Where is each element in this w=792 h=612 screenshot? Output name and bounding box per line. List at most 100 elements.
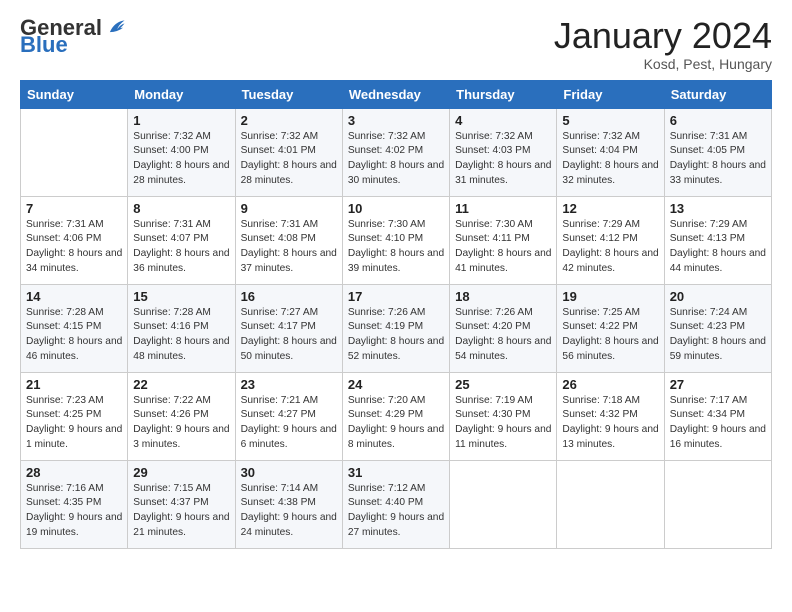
day-info: Sunrise: 7:29 AM Sunset: 4:12 PM Dayligh… [562,218,658,277]
header-wednesday: Wednesday [342,80,449,108]
cell-week2-day7: 13 Sunrise: 7:29 AM Sunset: 4:13 PM Dayli… [664,196,771,284]
day-info: Sunrise: 7:18 AM Sunset: 4:32 PM Dayligh… [562,394,658,453]
day-number: 12 [562,201,658,216]
day-number: 28 [26,465,122,480]
day-number: 5 [562,113,658,128]
header-tuesday: Tuesday [235,80,342,108]
day-info: Sunrise: 7:14 AM Sunset: 4:38 PM Dayligh… [241,482,337,541]
day-info: Sunrise: 7:23 AM Sunset: 4:25 PM Dayligh… [26,394,122,453]
header-monday: Monday [128,80,235,108]
day-info: Sunrise: 7:30 AM Sunset: 4:10 PM Dayligh… [348,218,444,277]
logo-bird-icon [104,16,126,38]
cell-week3-day2: 15Sunrise: 7:28 AM Sunset: 4:16 PM Dayli… [128,284,235,372]
cell-week1-day7: 6 Sunrise: 7:31 AM Sunset: 4:05 PM Daylig… [664,108,771,196]
day-info: Sunrise: 7:20 AM Sunset: 4:29 PM Dayligh… [348,394,444,453]
day-info: Sunrise: 7:15 AM Sunset: 4:37 PM Dayligh… [133,482,229,541]
cell-week1-day1 [21,108,128,196]
day-number: 29 [133,465,229,480]
day-info: Sunrise: 7:29 AM Sunset: 4:13 PM Dayligh… [670,218,766,277]
cell-week5-day5 [450,460,557,548]
header-friday: Friday [557,80,664,108]
day-info: Sunrise: 7:12 AM Sunset: 4:40 PM Dayligh… [348,482,444,541]
day-number: 31 [348,465,444,480]
cell-week1-day5: 4 Sunrise: 7:32 AM Sunset: 4:03 PM Daylig… [450,108,557,196]
day-info: Sunrise: 7:19 AM Sunset: 4:30 PM Dayligh… [455,394,551,453]
cell-week4-day4: 24 Sunrise: 7:20 AM Sunset: 4:29 PM Dayli… [342,372,449,460]
cell-week1-day4: 3 Sunrise: 7:32 AM Sunset: 4:02 PM Daylig… [342,108,449,196]
week-row-3: 14Sunrise: 7:28 AM Sunset: 4:15 PM Dayli… [21,284,772,372]
logo: General Blue [20,16,126,56]
day-number: 25 [455,377,551,392]
cell-week3-day3: 16Sunrise: 7:27 AM Sunset: 4:17 PM Dayli… [235,284,342,372]
cell-week5-day6 [557,460,664,548]
cell-week4-day6: 26Sunrise: 7:18 AM Sunset: 4:32 PM Dayli… [557,372,664,460]
day-number: 21 [26,377,122,392]
cell-week2-day3: 9Sunrise: 7:31 AM Sunset: 4:08 PM Daylig… [235,196,342,284]
cell-week2-day1: 7 Sunrise: 7:31 AM Sunset: 4:06 PM Daylig… [21,196,128,284]
day-info: Sunrise: 7:32 AM Sunset: 4:01 PM Dayligh… [241,130,337,189]
week-row-2: 7 Sunrise: 7:31 AM Sunset: 4:06 PM Daylig… [21,196,772,284]
week-row-5: 28 Sunrise: 7:16 AM Sunset: 4:35 PM Dayli… [21,460,772,548]
cell-week5-day3: 30 Sunrise: 7:14 AM Sunset: 4:38 PM Dayli… [235,460,342,548]
header-saturday: Saturday [664,80,771,108]
cell-week2-day4: 10 Sunrise: 7:30 AM Sunset: 4:10 PM Dayli… [342,196,449,284]
day-number: 2 [241,113,337,128]
day-info: Sunrise: 7:31 AM Sunset: 4:08 PM Dayligh… [241,218,337,277]
calendar-table: SundayMondayTuesdayWednesdayThursdayFrid… [20,80,772,549]
day-number: 1 [133,113,229,128]
day-number: 15 [133,289,229,304]
header-thursday: Thursday [450,80,557,108]
day-info: Sunrise: 7:22 AM Sunset: 4:26 PM Dayligh… [133,394,229,453]
day-number: 11 [455,201,551,216]
day-number: 14 [26,289,122,304]
cell-week4-day7: 27 Sunrise: 7:17 AM Sunset: 4:34 PM Dayli… [664,372,771,460]
day-info: Sunrise: 7:27 AM Sunset: 4:17 PM Dayligh… [241,306,337,365]
day-info: Sunrise: 7:31 AM Sunset: 4:06 PM Dayligh… [26,218,122,277]
day-info: Sunrise: 7:32 AM Sunset: 4:02 PM Dayligh… [348,130,444,189]
header-sunday: Sunday [21,80,128,108]
day-number: 13 [670,201,766,216]
cell-week1-day2: 1Sunrise: 7:32 AM Sunset: 4:00 PM Daylig… [128,108,235,196]
day-info: Sunrise: 7:32 AM Sunset: 4:03 PM Dayligh… [455,130,551,189]
day-number: 4 [455,113,551,128]
week-row-1: 1Sunrise: 7:32 AM Sunset: 4:00 PM Daylig… [21,108,772,196]
cell-week3-day7: 20Sunrise: 7:24 AM Sunset: 4:23 PM Dayli… [664,284,771,372]
day-info: Sunrise: 7:24 AM Sunset: 4:23 PM Dayligh… [670,306,766,365]
logo-blue-text: Blue [20,34,68,56]
day-info: Sunrise: 7:25 AM Sunset: 4:22 PM Dayligh… [562,306,658,365]
cell-week5-day2: 29 Sunrise: 7:15 AM Sunset: 4:37 PM Dayli… [128,460,235,548]
calendar-header-row: SundayMondayTuesdayWednesdayThursdayFrid… [21,80,772,108]
day-number: 24 [348,377,444,392]
day-info: Sunrise: 7:16 AM Sunset: 4:35 PM Dayligh… [26,482,122,541]
day-number: 10 [348,201,444,216]
week-row-4: 21 Sunrise: 7:23 AM Sunset: 4:25 PM Dayli… [21,372,772,460]
cell-week3-day4: 17Sunrise: 7:26 AM Sunset: 4:19 PM Dayli… [342,284,449,372]
cell-week3-day1: 14Sunrise: 7:28 AM Sunset: 4:15 PM Dayli… [21,284,128,372]
day-number: 27 [670,377,766,392]
day-number: 30 [241,465,337,480]
day-number: 6 [670,113,766,128]
day-number: 17 [348,289,444,304]
page-header: General Blue January 2024 Kosd, Pest, Hu… [20,16,772,72]
cell-week5-day1: 28 Sunrise: 7:16 AM Sunset: 4:35 PM Dayli… [21,460,128,548]
day-number: 18 [455,289,551,304]
cell-week1-day3: 2 Sunrise: 7:32 AM Sunset: 4:01 PM Daylig… [235,108,342,196]
day-info: Sunrise: 7:21 AM Sunset: 4:27 PM Dayligh… [241,394,337,453]
cell-week4-day1: 21 Sunrise: 7:23 AM Sunset: 4:25 PM Dayli… [21,372,128,460]
cell-week2-day6: 12 Sunrise: 7:29 AM Sunset: 4:12 PM Dayli… [557,196,664,284]
title-section: January 2024 Kosd, Pest, Hungary [554,16,772,72]
month-title: January 2024 [554,16,772,56]
day-info: Sunrise: 7:31 AM Sunset: 4:07 PM Dayligh… [133,218,229,277]
cell-week4-day3: 23 Sunrise: 7:21 AM Sunset: 4:27 PM Dayli… [235,372,342,460]
day-number: 8 [133,201,229,216]
cell-week4-day2: 22 Sunrise: 7:22 AM Sunset: 4:26 PM Dayli… [128,372,235,460]
day-info: Sunrise: 7:17 AM Sunset: 4:34 PM Dayligh… [670,394,766,453]
day-number: 7 [26,201,122,216]
cell-week3-day6: 19Sunrise: 7:25 AM Sunset: 4:22 PM Dayli… [557,284,664,372]
day-info: Sunrise: 7:26 AM Sunset: 4:20 PM Dayligh… [455,306,551,365]
day-number: 22 [133,377,229,392]
day-number: 23 [241,377,337,392]
day-info: Sunrise: 7:31 AM Sunset: 4:05 PM Dayligh… [670,130,766,189]
cell-week5-day7 [664,460,771,548]
day-number: 3 [348,113,444,128]
